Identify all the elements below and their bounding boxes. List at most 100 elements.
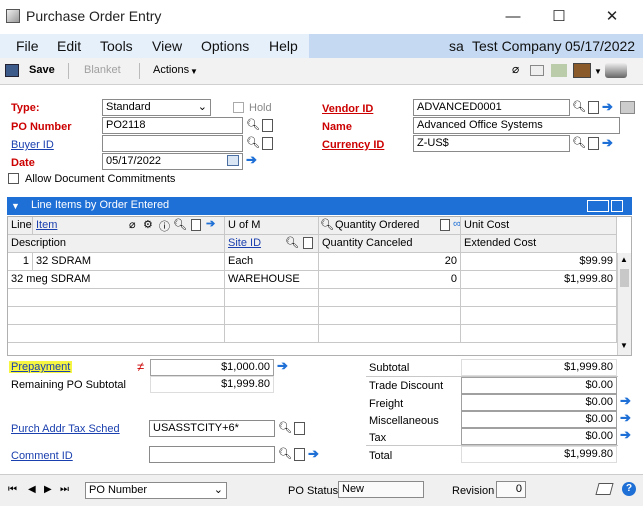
scroll-down-icon[interactable]: ▼: [620, 341, 628, 350]
close-button[interactable]: ✕: [597, 6, 627, 28]
empty-row[interactable]: [461, 307, 617, 325]
row-line-number[interactable]: 1: [8, 253, 33, 271]
empty-row[interactable]: [319, 289, 461, 307]
freight-input[interactable]: $0.00: [461, 394, 617, 411]
new-document-icon[interactable]: [191, 219, 201, 231]
expand-arrow-icon[interactable]: ➔: [620, 410, 631, 426]
buyer-id-link[interactable]: Buyer ID: [11, 139, 54, 151]
vendor-id-input[interactable]: ADVANCED0001: [413, 99, 570, 116]
last-record-icon[interactable]: ⏭: [60, 484, 69, 495]
row-description[interactable]: 32 meg SDRAM: [8, 271, 225, 289]
grid-scrollbar[interactable]: ▲ ▼: [617, 253, 631, 355]
lookup-icon[interactable]: [573, 63, 591, 78]
empty-row[interactable]: [225, 307, 319, 325]
vendor-name-input[interactable]: Advanced Office Systems: [413, 117, 620, 134]
menu-file[interactable]: File: [16, 38, 39, 54]
collapse-icon[interactable]: ▼: [11, 201, 20, 211]
actions-dropdown-icon[interactable]: ▼: [190, 67, 198, 76]
tax-schedule-input[interactable]: USASSTCITY+6*: [149, 420, 275, 437]
menu-help[interactable]: Help: [269, 38, 298, 54]
prepayment-link[interactable]: Prepayment: [9, 361, 73, 373]
paperclip-icon[interactable]: ⌀: [512, 62, 519, 76]
save-button[interactable]: Save: [29, 64, 55, 76]
expand-arrow-icon[interactable]: ➔: [602, 135, 613, 151]
item-column-link[interactable]: Item: [36, 219, 57, 231]
empty-row[interactable]: [8, 289, 225, 307]
note-icon[interactable]: [595, 483, 614, 495]
maximize-button[interactable]: ☐: [544, 6, 574, 28]
minimize-button[interactable]: —: [498, 6, 528, 28]
expand-arrow-icon[interactable]: ➔: [620, 393, 631, 409]
expand-arrow-icon[interactable]: ➔: [206, 217, 215, 230]
row-extended-cost[interactable]: $1,999.80: [461, 271, 617, 289]
comment-id-input[interactable]: [149, 446, 275, 463]
empty-row[interactable]: [225, 325, 319, 343]
print-icon[interactable]: [530, 65, 544, 76]
row-site[interactable]: WAREHOUSE: [225, 271, 319, 289]
scroll-up-icon[interactable]: ▲: [620, 255, 628, 264]
new-document-icon[interactable]: [294, 422, 305, 435]
menu-tools[interactable]: Tools: [100, 38, 133, 54]
actions-button[interactable]: Actions: [153, 64, 189, 76]
empty-row[interactable]: [8, 307, 225, 325]
row-uom[interactable]: Each: [225, 253, 319, 271]
scroll-thumb[interactable]: [620, 269, 629, 287]
hold-checkbox[interactable]: [233, 102, 244, 113]
empty-row[interactable]: [319, 325, 461, 343]
miscellaneous-input[interactable]: $0.00: [461, 411, 617, 428]
type-select[interactable]: Standard ⌄: [102, 99, 211, 116]
empty-row[interactable]: [461, 325, 617, 343]
row-qty-ordered[interactable]: 20: [319, 253, 461, 271]
empty-row[interactable]: [461, 289, 617, 307]
chevron-down-icon[interactable]: ▼: [594, 67, 602, 76]
menu-options[interactable]: Options: [201, 38, 249, 54]
empty-row[interactable]: [225, 289, 319, 307]
blanket-button[interactable]: Blanket: [84, 64, 121, 76]
new-document-icon[interactable]: [262, 137, 273, 150]
new-document-icon[interactable]: [294, 448, 305, 461]
calendar-icon[interactable]: [227, 155, 239, 166]
search-icon[interactable]: 🔍︎: [285, 236, 299, 249]
vendor-id-link[interactable]: Vendor ID: [322, 103, 373, 115]
paperclip-icon[interactable]: ⌀: [129, 218, 136, 231]
trade-discount-input[interactable]: $0.00: [461, 377, 617, 394]
expand-arrow-icon[interactable]: ➔: [308, 446, 319, 462]
empty-row[interactable]: [319, 307, 461, 325]
menu-view[interactable]: View: [152, 38, 182, 54]
next-record-icon[interactable]: ▶: [44, 484, 52, 495]
search-icon[interactable]: 🔍︎: [572, 100, 586, 114]
info-icon[interactable]: ⓘ: [159, 218, 170, 234]
tax-schedule-link[interactable]: Purch Addr Tax Sched: [11, 423, 120, 435]
date-input[interactable]: 05/17/2022: [102, 153, 243, 170]
new-document-icon[interactable]: [588, 137, 599, 150]
search-icon[interactable]: 🔍︎: [173, 218, 187, 231]
expand-arrow-icon[interactable]: ➔: [246, 152, 257, 168]
sort-select[interactable]: PO Number ⌄: [85, 482, 227, 499]
po-number-input[interactable]: PO2118: [102, 117, 243, 134]
vendor-tool-icon[interactable]: [620, 101, 635, 114]
prepayment-input[interactable]: $1,000.00: [150, 359, 274, 376]
refresh-icon[interactable]: [611, 200, 623, 212]
currency-id-link[interactable]: Currency ID: [322, 139, 384, 151]
search-icon[interactable]: 🔍︎: [246, 136, 260, 150]
allow-commitments-checkbox[interactable]: [8, 173, 19, 184]
expand-arrow-icon[interactable]: ➔: [620, 427, 631, 443]
search-icon[interactable]: 🔍︎: [572, 136, 586, 150]
row-qty-canceled[interactable]: 0: [319, 271, 461, 289]
expand-arrow-icon[interactable]: ➔: [602, 99, 613, 115]
first-record-icon[interactable]: ⏮: [8, 484, 17, 495]
row-unit-cost[interactable]: $99.99: [461, 253, 617, 271]
previous-record-icon[interactable]: ◀: [28, 484, 36, 495]
expand-arrow-icon[interactable]: ➔: [277, 358, 288, 374]
new-document-icon[interactable]: [303, 237, 313, 249]
search-icon[interactable]: 🔍︎: [246, 118, 260, 132]
link-icon[interactable]: ∞: [453, 218, 460, 230]
search-icon[interactable]: 🔍︎: [320, 218, 334, 231]
note-icon[interactable]: [551, 64, 567, 77]
buyer-id-input[interactable]: [102, 135, 243, 152]
site-id-link[interactable]: Site ID: [228, 237, 261, 249]
tax-input[interactable]: $0.00: [461, 428, 617, 445]
new-document-icon[interactable]: [262, 119, 273, 132]
new-document-icon[interactable]: [440, 219, 450, 231]
new-document-icon[interactable]: [588, 101, 599, 114]
